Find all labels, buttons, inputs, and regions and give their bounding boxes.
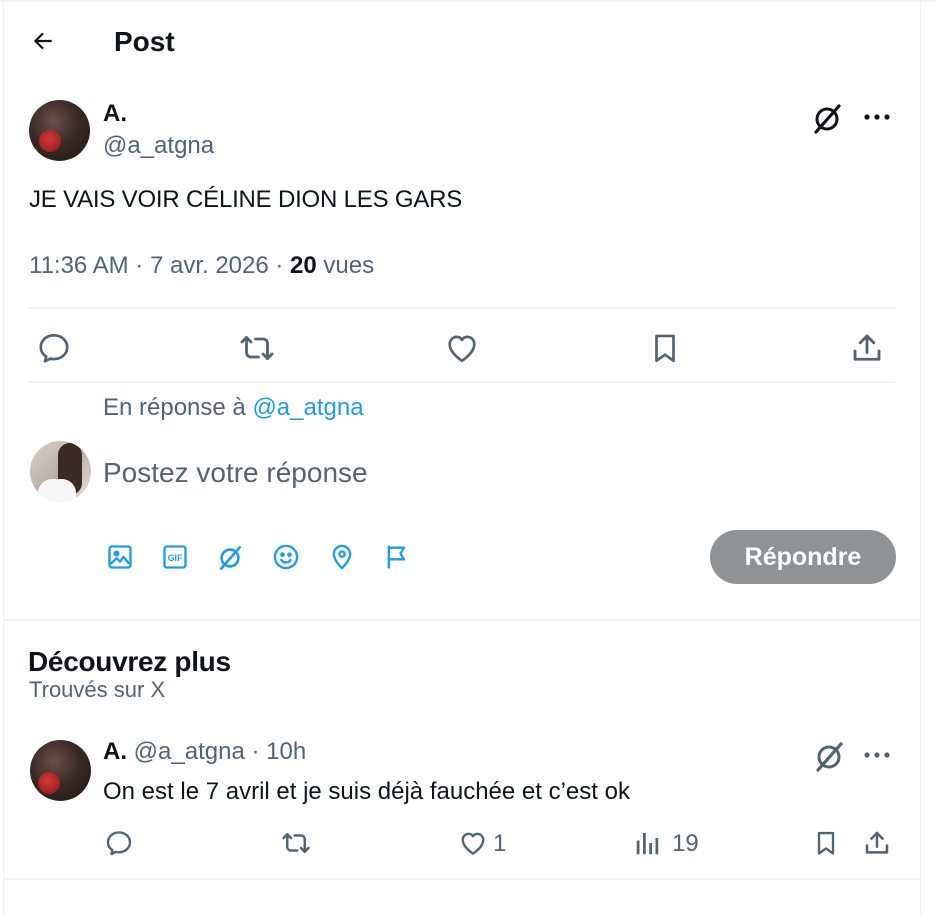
grok-icon[interactable] [810,102,844,136]
related-author-avatar[interactable] [30,740,91,801]
emoji-icon[interactable] [272,543,300,571]
retweet-icon[interactable] [236,330,278,366]
views-count: 19 [672,830,699,857]
tweet-text: JE VAIS VOIR CÉLINE DION LES GARS [29,186,463,213]
grok-icon[interactable] [215,543,245,573]
related-author-handle[interactable]: @a_atgna [134,738,245,765]
replying-to-label: En réponse à @a_atgna [103,394,364,422]
dot-separator: · [244,738,267,765]
like-icon[interactable] [456,828,490,858]
share-icon[interactable] [862,828,892,858]
like-icon[interactable] [443,330,481,366]
reply-input[interactable] [103,452,663,494]
section-title: Découvrez plus [28,646,231,677]
media-icon[interactable] [106,543,134,571]
tweet-timestamp[interactable]: 11:36 AM · 7 avr. 2026 · [29,252,290,279]
divider [29,381,895,383]
svg-text:GIF: GIF [168,553,183,563]
related-author-name[interactable]: A. [103,738,127,765]
related-tweet-header: A. @a_atgna · 10h [103,738,306,766]
reply-icon[interactable] [36,330,72,366]
related-tweet-time[interactable]: 10h [266,738,306,765]
divider [29,307,895,309]
section-subtitle: Trouvés sur X [29,677,166,702]
user-avatar[interactable] [30,441,91,502]
author-avatar[interactable] [29,100,90,161]
grok-icon[interactable] [812,740,846,774]
views-count: 20 [290,252,317,279]
section-divider [4,619,920,621]
reply-icon[interactable] [103,828,135,858]
more-icon[interactable] [862,742,892,768]
bookmark-icon[interactable] [812,828,840,858]
views-label: vues [316,252,375,279]
author-handle[interactable]: @a_atgna [103,132,214,160]
more-icon[interactable] [862,104,892,130]
like-count: 1 [493,830,507,857]
tweet-meta: 11:36 AM · 7 avr. 2026 · 20 vues [29,252,374,280]
share-icon[interactable] [849,330,885,366]
replying-to-mention[interactable]: @a_atgna [252,394,363,421]
replying-to-prefix: En réponse à [103,394,253,421]
bookmark-icon[interactable] [648,330,682,366]
reply-submit-button[interactable]: Répondre [710,530,896,584]
right-border [920,0,921,916]
gif-icon[interactable]: GIF [161,543,189,571]
back-arrow-icon[interactable] [30,28,56,54]
views-icon[interactable] [633,828,663,858]
retweet-icon[interactable] [277,828,315,858]
section-divider [4,878,920,880]
location-icon[interactable] [328,543,356,571]
flag-icon[interactable] [383,543,411,571]
left-border [3,0,4,916]
top-border [0,0,936,2]
author-name[interactable]: A. [103,100,127,128]
page-title: Post [114,26,175,57]
related-tweet-text: On est le 7 avril et je suis déjà fauché… [103,778,630,805]
